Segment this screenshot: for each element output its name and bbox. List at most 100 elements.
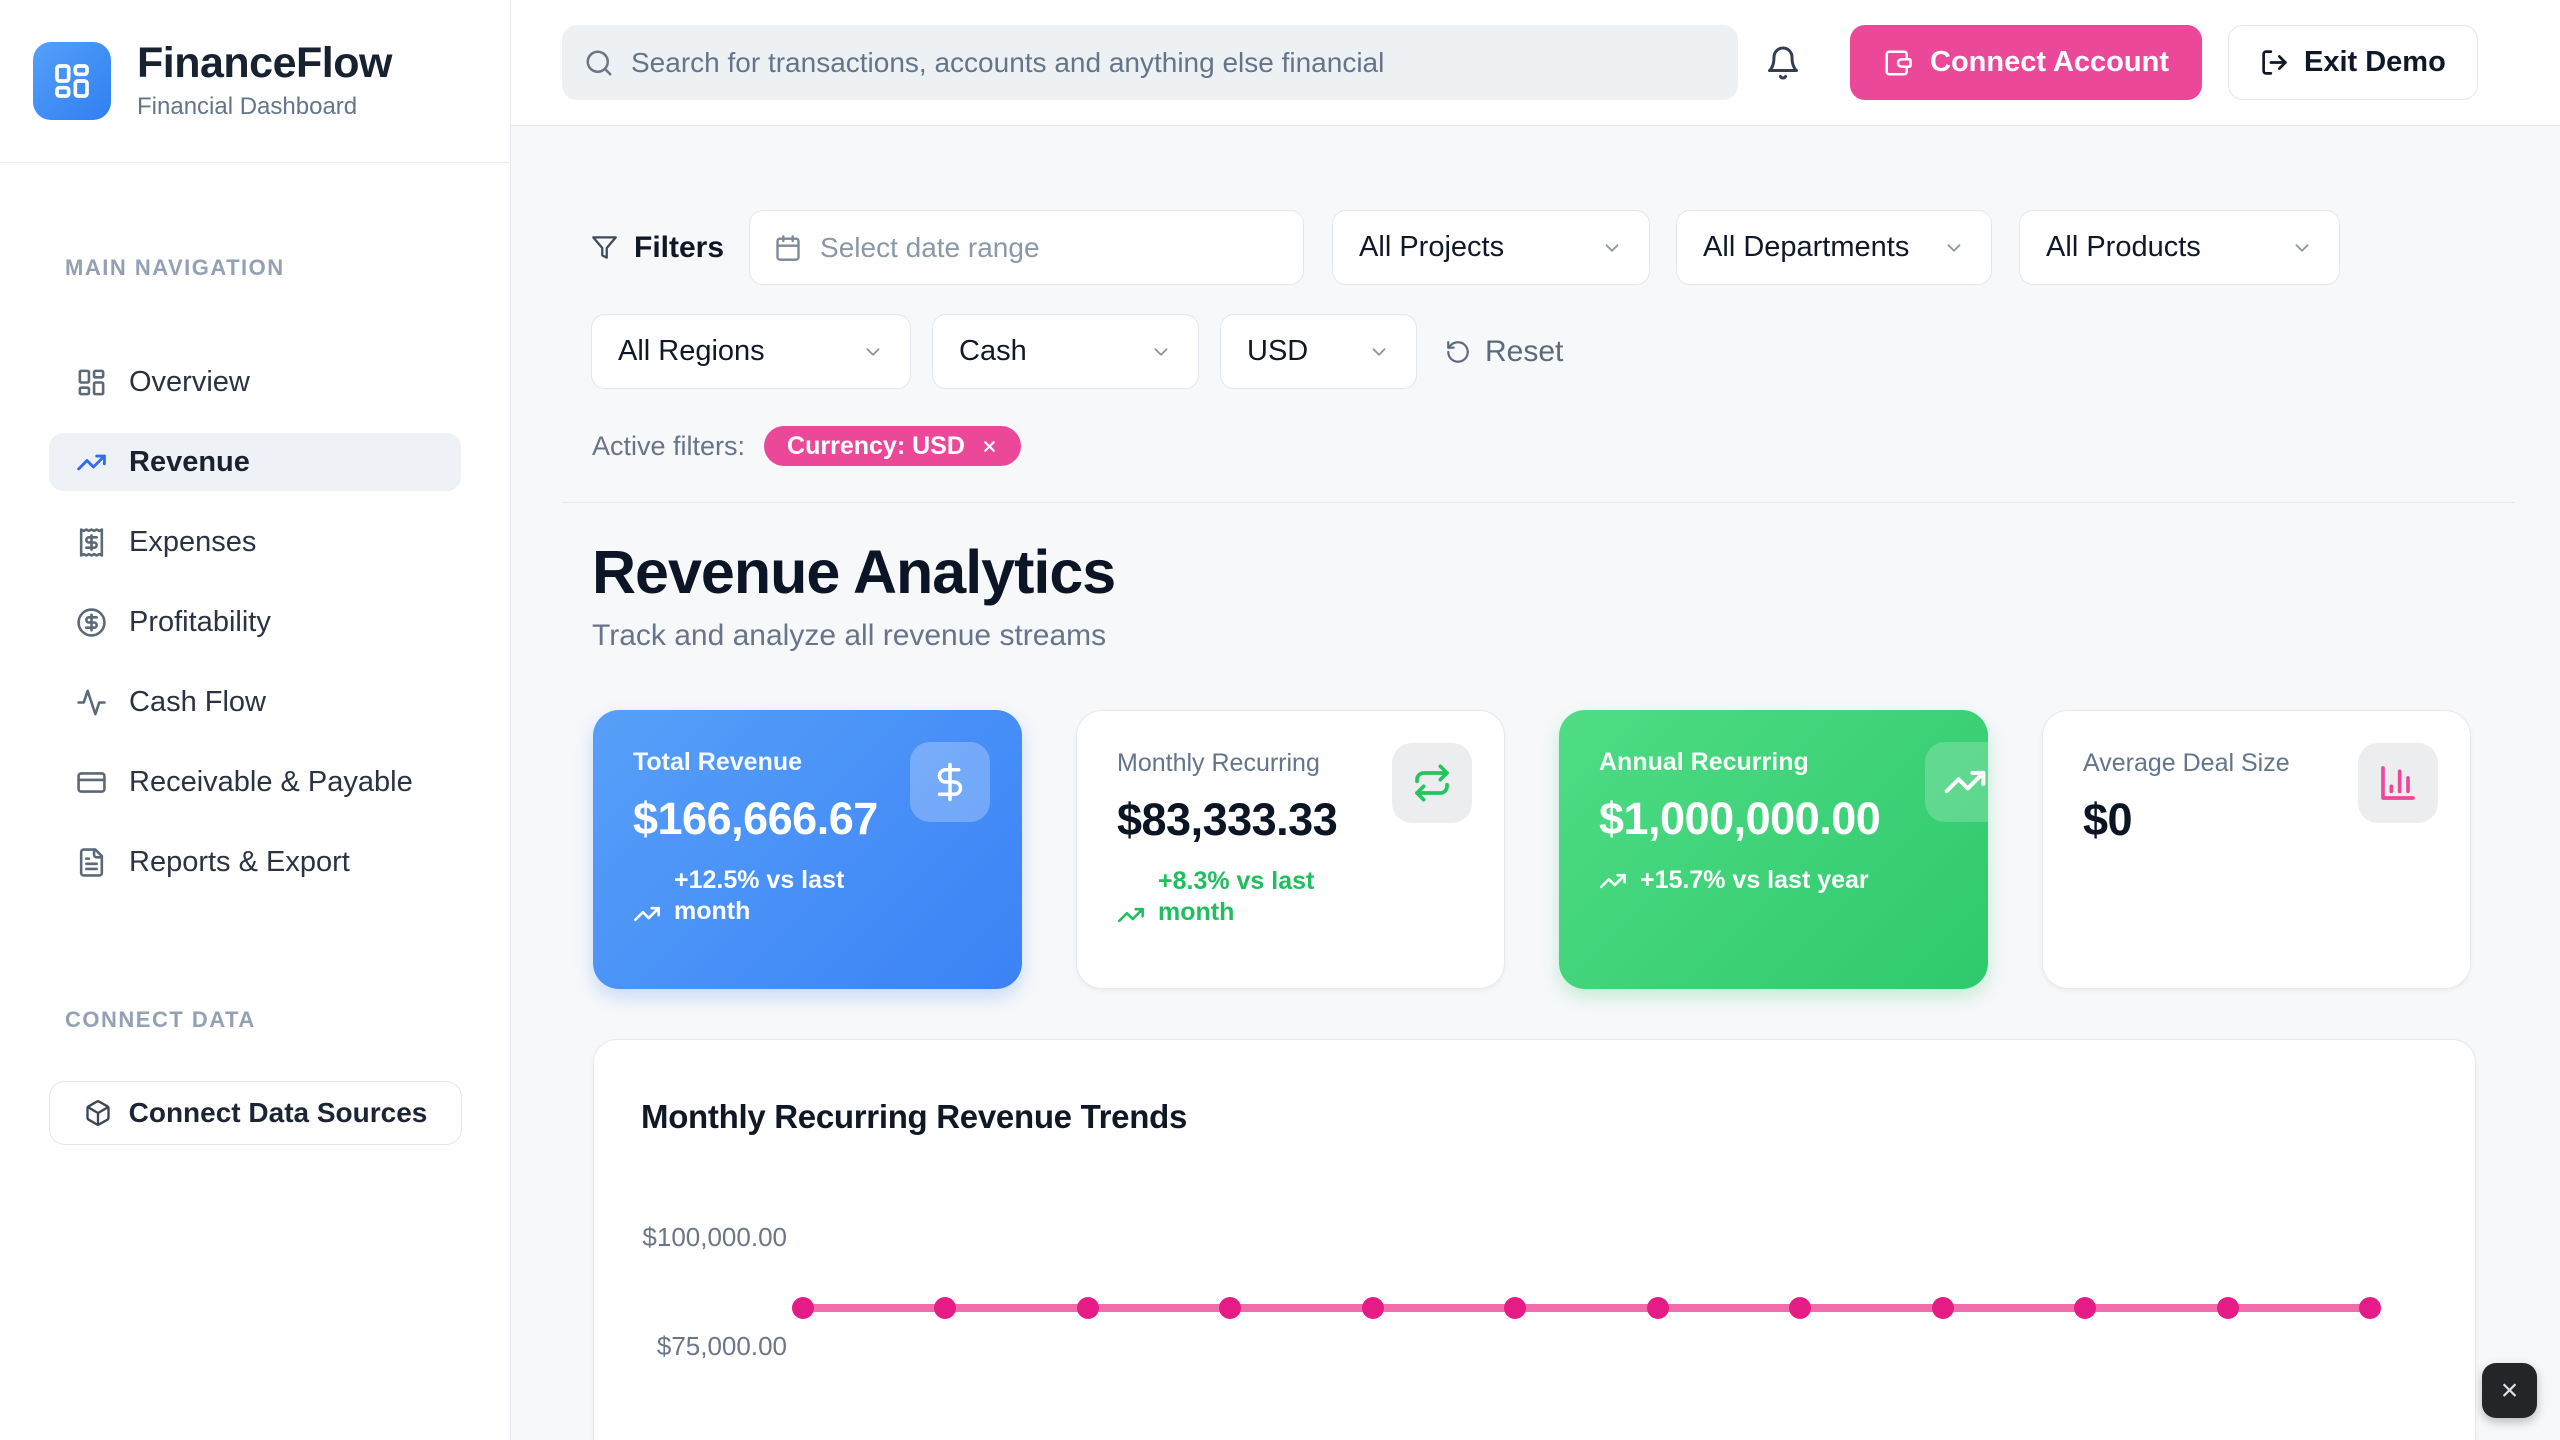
sidebar-item-reports-export[interactable]: Reports & Export bbox=[49, 833, 461, 891]
trending-up-icon bbox=[1599, 867, 1627, 895]
exit-demo-label: Exit Demo bbox=[2304, 46, 2446, 79]
currency-select[interactable]: USD bbox=[1220, 314, 1417, 389]
calendar-icon bbox=[774, 234, 802, 262]
reset-filters-button[interactable]: Reset bbox=[1445, 335, 1563, 369]
kpi-icon-box bbox=[910, 742, 990, 822]
active-filters-row: Active filters: Currency: USD bbox=[562, 426, 2515, 466]
y-axis-tick: $100,000.00 bbox=[627, 1222, 787, 1253]
chevron-down-icon bbox=[1943, 237, 1965, 259]
projects-select[interactable]: All Projects bbox=[1332, 210, 1650, 285]
wallet-icon bbox=[1883, 48, 1913, 78]
receipt-icon bbox=[76, 527, 107, 558]
trend-data-point bbox=[2074, 1297, 2096, 1319]
kpi-card-annual-recurring: Annual Recurring $1,000,000.00 +15.7% vs… bbox=[1559, 710, 1988, 989]
chevron-down-icon bbox=[1368, 341, 1390, 363]
remove-filter-icon[interactable] bbox=[981, 438, 998, 455]
date-range-placeholder: Select date range bbox=[820, 232, 1040, 264]
layout-dashboard-icon bbox=[76, 367, 107, 398]
sidebar-item-revenue[interactable]: Revenue bbox=[49, 433, 461, 491]
connect-account-button[interactable]: Connect Account bbox=[1850, 25, 2202, 100]
search-input[interactable] bbox=[631, 47, 1716, 79]
date-range-input[interactable]: Select date range bbox=[749, 210, 1304, 285]
trend-data-point bbox=[1932, 1297, 1954, 1319]
kpi-delta: +8.3% vs last month bbox=[1117, 866, 1464, 929]
chart-title: Monthly Recurring Revenue Trends bbox=[641, 1098, 1187, 1136]
repeat-icon bbox=[1412, 763, 1452, 803]
kpi-icon-box bbox=[1392, 743, 1472, 823]
regions-select[interactable]: All Regions bbox=[591, 314, 911, 389]
sidebar-item-label: Profitability bbox=[129, 606, 271, 639]
page-title: Revenue Analytics bbox=[592, 540, 2515, 604]
bell-icon bbox=[1765, 45, 1801, 81]
kpi-card-total-revenue: Total Revenue $166,666.67 +12.5% vs last… bbox=[593, 710, 1022, 989]
sidebar: FinanceFlow Financial Dashboard MAIN NAV… bbox=[0, 0, 511, 1440]
trend-data-point bbox=[1789, 1297, 1811, 1319]
connect-data-sources-label: Connect Data Sources bbox=[129, 1097, 428, 1129]
sidebar-item-profitability[interactable]: Profitability bbox=[49, 593, 461, 651]
chevron-down-icon bbox=[862, 341, 884, 363]
main-content: Filters Select date range All Projects A… bbox=[511, 126, 2560, 1440]
search-icon bbox=[584, 48, 614, 78]
filters-title: Filters bbox=[591, 231, 724, 265]
kpi-delta: +15.7% vs last year bbox=[1599, 865, 1948, 896]
app-subtitle: Financial Dashboard bbox=[137, 93, 392, 121]
exit-demo-button[interactable]: Exit Demo bbox=[2228, 25, 2478, 100]
trend-data-point bbox=[1362, 1297, 1384, 1319]
sidebar-item-label: Revenue bbox=[129, 446, 250, 479]
credit-card-icon bbox=[76, 767, 107, 798]
kpi-label: Annual Recurring bbox=[1599, 748, 1948, 777]
sidebar-item-label: Receivable & Payable bbox=[129, 766, 413, 799]
trend-data-point bbox=[792, 1297, 814, 1319]
sidebar-item-cash-flow[interactable]: Cash Flow bbox=[49, 673, 461, 731]
circle-dollar-icon bbox=[76, 607, 107, 638]
trend-data-point bbox=[1647, 1297, 1669, 1319]
bar-chart-icon bbox=[2378, 763, 2418, 803]
sidebar-item-label: Overview bbox=[129, 366, 250, 399]
chevron-down-icon bbox=[2291, 237, 2313, 259]
page-subtitle: Track and analyze all revenue streams bbox=[592, 619, 2515, 653]
kpi-delta: +12.5% vs last month bbox=[633, 865, 982, 928]
notifications-button[interactable] bbox=[1765, 45, 1801, 81]
connect-account-label: Connect Account bbox=[1930, 46, 2169, 79]
chevron-down-icon bbox=[1150, 341, 1172, 363]
layout-dashboard-icon bbox=[52, 61, 92, 101]
sidebar-item-expenses[interactable]: Expenses bbox=[49, 513, 461, 571]
top-header: Connect Account Exit Demo bbox=[511, 0, 2560, 126]
trend-line bbox=[803, 1304, 2370, 1312]
active-filter-chip-currency[interactable]: Currency: USD bbox=[764, 426, 1021, 466]
trend-data-point bbox=[2217, 1297, 2239, 1319]
kpi-icon-box bbox=[2358, 743, 2438, 823]
active-filters-label: Active filters: bbox=[592, 431, 745, 462]
app-logo bbox=[33, 42, 111, 120]
payment-type-select[interactable]: Cash bbox=[932, 314, 1199, 389]
sidebar-item-overview[interactable]: Overview bbox=[49, 353, 461, 411]
kpi-card-average-deal-size: Average Deal Size $0 bbox=[2042, 710, 2471, 989]
sidebar-item-label: Expenses bbox=[129, 526, 256, 559]
filter-icon bbox=[591, 234, 618, 261]
trend-data-point bbox=[1504, 1297, 1526, 1319]
nav-section-label: MAIN NAVIGATION bbox=[65, 255, 461, 281]
file-text-icon bbox=[76, 847, 107, 878]
trend-data-point bbox=[2359, 1297, 2381, 1319]
trending-up-icon bbox=[76, 447, 107, 478]
departments-select[interactable]: All Departments bbox=[1676, 210, 1992, 285]
sidebar-item-label: Reports & Export bbox=[129, 846, 350, 879]
activity-icon bbox=[76, 687, 107, 718]
package-icon bbox=[84, 1099, 112, 1127]
close-overlay-button[interactable]: × bbox=[2482, 1363, 2537, 1418]
kpi-value: $1,000,000.00 bbox=[1599, 793, 1948, 845]
brand-block: FinanceFlow Financial Dashboard bbox=[0, 0, 510, 163]
kpi-icon-box bbox=[1925, 742, 1988, 822]
section-divider bbox=[562, 502, 2515, 503]
trend-data-point bbox=[934, 1297, 956, 1319]
filters-row-2: All Regions Cash USD Reset bbox=[562, 314, 2515, 389]
trend-data-point bbox=[1219, 1297, 1241, 1319]
connect-data-sources-button[interactable]: Connect Data Sources bbox=[49, 1081, 462, 1145]
trend-data-point bbox=[1077, 1297, 1099, 1319]
trending-up-icon bbox=[1117, 901, 1145, 929]
kpi-card-monthly-recurring: Monthly Recurring $83,333.33 +8.3% vs la… bbox=[1076, 710, 1505, 989]
products-select[interactable]: All Products bbox=[2019, 210, 2340, 285]
log-out-icon bbox=[2260, 48, 2289, 77]
app-title: FinanceFlow bbox=[137, 41, 392, 86]
sidebar-item-receivable-payable[interactable]: Receivable & Payable bbox=[49, 753, 461, 811]
